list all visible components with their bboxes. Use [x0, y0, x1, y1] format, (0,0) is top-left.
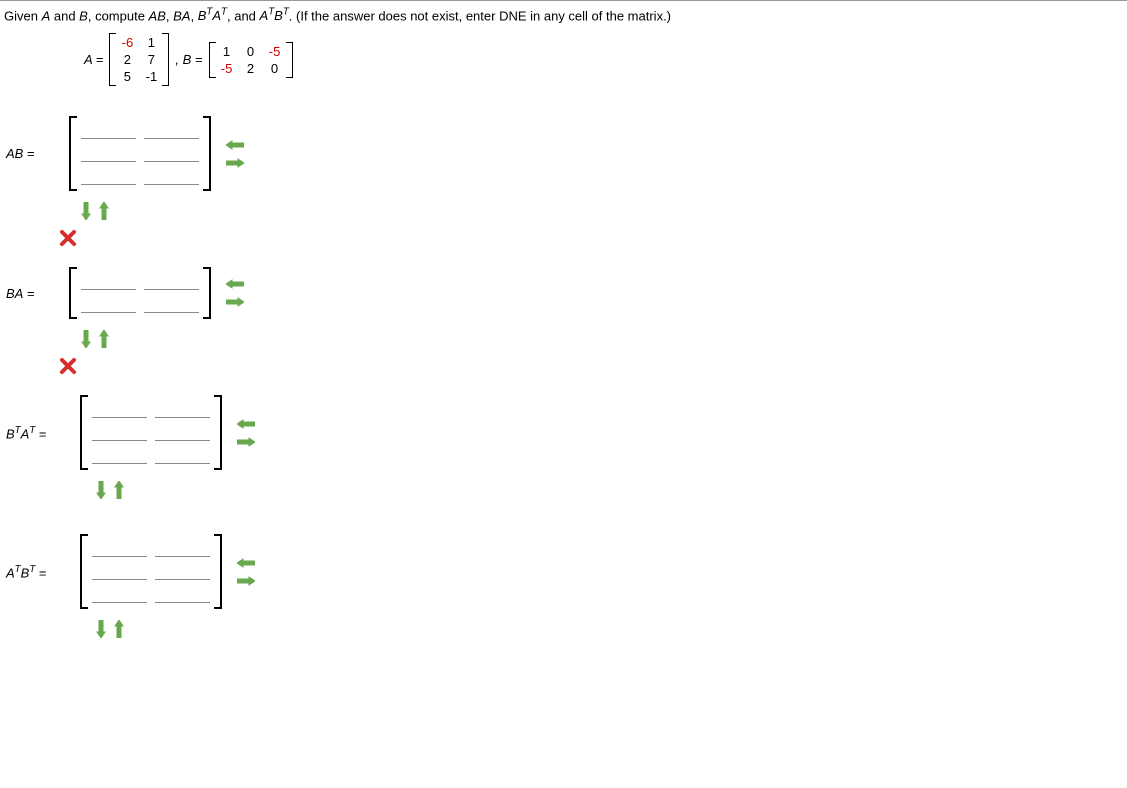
remove-column-button[interactable]: [225, 138, 245, 152]
given-matrices: A = -61 27 5-1 , B = 10-5 -520: [4, 33, 1123, 86]
atbt-cell-0-1[interactable]: [155, 540, 210, 557]
add-column-button[interactable]: [225, 295, 245, 309]
matrix-a-label: A =: [84, 52, 103, 67]
atbt-cell-0-0[interactable]: [92, 540, 147, 557]
btat-cell-0-1[interactable]: [155, 401, 210, 418]
remove-row-button[interactable]: [97, 329, 111, 349]
question-prompt: Given A and B, compute AB, BA, BTAT, and…: [4, 5, 1123, 33]
answer-ba-row: BA =: [4, 267, 1123, 319]
answer-atbt-label: ATBT =: [4, 564, 70, 580]
answer-atbt-matrix: [80, 534, 222, 609]
remove-row-button[interactable]: [112, 619, 126, 639]
answer-ab-label: AB =: [4, 146, 59, 161]
answer-ab-matrix: [69, 116, 211, 191]
answer-ba-label: BA =: [4, 286, 59, 301]
add-row-button[interactable]: [79, 201, 93, 221]
ab-cell-0-1[interactable]: [144, 122, 199, 139]
answer-btat-matrix: [80, 395, 222, 470]
incorrect-icon: [59, 229, 1123, 247]
ba-cell-0-0[interactable]: [81, 273, 136, 290]
ab-cell-1-0[interactable]: [81, 145, 136, 162]
btat-cell-1-1[interactable]: [155, 424, 210, 441]
ba-cell-1-1[interactable]: [144, 296, 199, 313]
add-row-button[interactable]: [79, 329, 93, 349]
matrix-a: -61 27 5-1: [109, 33, 169, 86]
add-column-button[interactable]: [236, 574, 256, 588]
btat-cell-1-0[interactable]: [92, 424, 147, 441]
add-row-button[interactable]: [94, 480, 108, 500]
ba-cell-1-0[interactable]: [81, 296, 136, 313]
remove-row-button[interactable]: [112, 480, 126, 500]
add-row-button[interactable]: [94, 619, 108, 639]
answer-btat-label: BTAT =: [4, 425, 70, 441]
btat-cell-0-0[interactable]: [92, 401, 147, 418]
ab-cell-0-0[interactable]: [81, 122, 136, 139]
answer-btat-row: BTAT =: [4, 395, 1123, 470]
atbt-cell-1-0[interactable]: [92, 563, 147, 580]
incorrect-icon: [59, 357, 1123, 375]
answer-ba-matrix: [69, 267, 211, 319]
atbt-cell-2-1[interactable]: [155, 586, 210, 603]
add-column-button[interactable]: [236, 435, 256, 449]
matrix-b-label: , B =: [175, 52, 202, 67]
matrix-b: 10-5 -520: [209, 42, 293, 78]
answer-ab-row: AB =: [4, 116, 1123, 191]
ab-cell-1-1[interactable]: [144, 145, 199, 162]
remove-row-button[interactable]: [97, 201, 111, 221]
ab-cell-2-0[interactable]: [81, 168, 136, 185]
remove-column-button[interactable]: [225, 277, 245, 291]
remove-column-button[interactable]: [236, 417, 256, 431]
atbt-cell-2-0[interactable]: [92, 586, 147, 603]
btat-cell-2-0[interactable]: [92, 447, 147, 464]
answer-atbt-row: ATBT =: [4, 534, 1123, 609]
add-column-button[interactable]: [225, 156, 245, 170]
atbt-cell-1-1[interactable]: [155, 563, 210, 580]
ab-cell-2-1[interactable]: [144, 168, 199, 185]
ba-cell-0-1[interactable]: [144, 273, 199, 290]
remove-column-button[interactable]: [236, 556, 256, 570]
btat-cell-2-1[interactable]: [155, 447, 210, 464]
